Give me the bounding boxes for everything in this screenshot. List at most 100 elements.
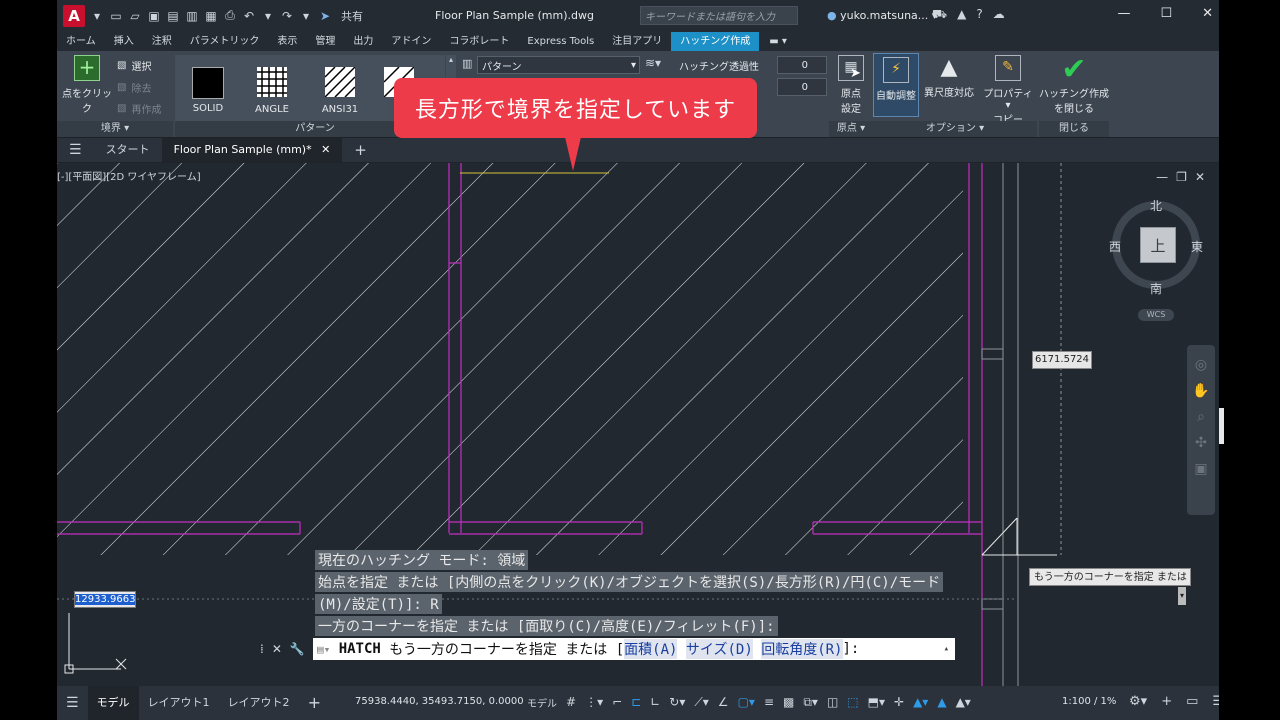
3d-osnap-icon[interactable]: ◫ xyxy=(827,695,838,710)
tab-insert[interactable]: 挿入 xyxy=(105,32,143,51)
layout-menu-icon[interactable]: ☰ xyxy=(57,686,88,720)
cart-icon[interactable]: ⛟ xyxy=(932,7,947,23)
tab-output[interactable]: 出力 xyxy=(344,32,382,51)
showmotion-icon[interactable]: ▣ xyxy=(1187,461,1215,477)
viewport-label[interactable]: [-][平面図][2D ワイヤフレーム] xyxy=(57,168,201,183)
recreate-boundary-button[interactable]: ▧ 再作成 xyxy=(117,101,161,116)
ribbon-display-toggle[interactable]: ▬ ▾ xyxy=(769,32,787,51)
dynamic-coordinate-input[interactable]: 12933.9663 xyxy=(74,591,136,608)
viewport-minimize-icon[interactable]: — xyxy=(1156,170,1168,184)
redo-dropdown-icon[interactable]: ▾ xyxy=(298,9,314,23)
dynamic-ucs-icon[interactable]: ⬚ xyxy=(847,695,858,710)
command-icon[interactable]: ▤▾ xyxy=(317,643,330,656)
panel-label-boundary[interactable]: 境界 ▾ xyxy=(57,121,173,137)
tab-collaborate[interactable]: コラボレート xyxy=(440,32,518,51)
match-properties-button[interactable]: ✎ プロパティ ▾ コピー xyxy=(983,55,1033,126)
tab-manage[interactable]: 管理 xyxy=(306,32,344,51)
doctab-floor-plan[interactable]: Floor Plan Sample (mm)* ✕ xyxy=(161,138,343,162)
option-area[interactable]: 面積(A) xyxy=(624,639,678,659)
minimize-icon[interactable]: — xyxy=(1117,6,1130,21)
snap-icon[interactable]: ⋮▾ xyxy=(585,695,603,710)
pan-icon[interactable]: ✋ xyxy=(1187,383,1215,399)
pattern-angle[interactable]: ANGLE xyxy=(241,61,303,115)
redo-icon[interactable]: ↷ xyxy=(279,9,295,23)
wcs-menu[interactable]: WCS xyxy=(1138,309,1174,321)
tab-view[interactable]: 表示 xyxy=(268,32,306,51)
open-folder-icon[interactable]: ▱ xyxy=(127,9,143,23)
search-input[interactable]: キーワードまたは語句を入力 xyxy=(640,6,798,25)
tab-addins[interactable]: アドイン xyxy=(382,32,440,51)
annotation-autoscale-icon[interactable]: ▲ xyxy=(937,695,946,710)
annotation-visibility-icon[interactable]: ▲▾ xyxy=(913,695,928,710)
menu-icon[interactable]: ☰ xyxy=(57,138,94,162)
remove-boundary-button[interactable]: ▧ 除去 xyxy=(117,80,151,95)
grip-icon[interactable]: ⁞ xyxy=(260,642,264,656)
object-snap-icon[interactable]: ▢▾ xyxy=(738,695,755,710)
lineweight-icon[interactable]: ≡ xyxy=(764,695,774,710)
autocad-logo[interactable]: A xyxy=(63,4,85,27)
pattern-ansi31[interactable]: ANSI31 xyxy=(309,61,371,115)
close-hatch-creation-button[interactable]: ✔ ハッチング作成 を閉じる xyxy=(1039,55,1109,116)
plot-icon[interactable]: ⎙ xyxy=(222,8,238,23)
transparency-input[interactable]: 0 xyxy=(777,56,827,74)
tab-express-tools[interactable]: Express Tools xyxy=(518,32,603,51)
autodesk-apps-icon[interactable]: ▲ xyxy=(957,7,966,23)
object-snap-tracking-icon[interactable]: ∠ xyxy=(718,695,729,710)
tab-layout2[interactable]: レイアウト2 xyxy=(219,686,299,720)
save-icon[interactable]: ▣ xyxy=(146,9,162,23)
drawing-canvas[interactable]: [-][平面図][2D ワイヤフレーム] — ❐ ✕ 上 北 南 東 西 WCS… xyxy=(57,163,1219,686)
tab-model[interactable]: モデル xyxy=(87,686,139,720)
orbit-icon[interactable]: ✣ xyxy=(1187,435,1215,451)
units-icon[interactable]: ▭ xyxy=(1186,694,1198,709)
annotation-scale-icon[interactable]: ▲▾ xyxy=(956,695,971,710)
undo-dropdown-icon[interactable]: ▾ xyxy=(260,9,276,23)
cancel-command-icon[interactable]: ✕ xyxy=(272,642,282,656)
undo-icon[interactable]: ↶ xyxy=(241,9,257,23)
recent-commands-icon[interactable]: ▴ xyxy=(944,644,949,654)
compass-south[interactable]: 南 xyxy=(1150,280,1162,297)
workspace-gear-icon[interactable]: ⚙▾ xyxy=(1129,694,1147,709)
ortho-icon[interactable]: ∟ xyxy=(650,695,660,710)
compass-east[interactable]: 東 xyxy=(1191,238,1203,255)
pick-points-button[interactable]: + 点をクリック xyxy=(61,55,113,115)
tab-parametric[interactable]: パラメトリック xyxy=(181,32,269,51)
selection-filter-icon[interactable]: ⬒▾ xyxy=(868,695,885,710)
chevron-down-icon[interactable]: ▾ xyxy=(89,9,105,23)
grid-icon[interactable]: # xyxy=(566,695,576,710)
user-account[interactable]: ● yuko.matsuna... ▾ xyxy=(827,9,937,22)
command-input[interactable]: ▤▾ HATCH もう一方のコーナーを指定 または [ 面積(A) サイズ(D)… xyxy=(313,638,955,660)
dropdown-arrow-icon[interactable]: ▾ xyxy=(1177,587,1186,605)
doctab-start[interactable]: スタート xyxy=(94,138,162,162)
save-as-icon[interactable]: ▤ xyxy=(165,9,181,23)
selection-cycling-icon[interactable]: ⧉▾ xyxy=(803,695,818,710)
hatch-type-combo[interactable]: パターン ▾ xyxy=(477,56,640,74)
maximize-icon[interactable]: ☐ xyxy=(1160,6,1172,21)
customize-status-icon[interactable]: ☰ xyxy=(1212,694,1219,709)
pattern-solid[interactable]: SOLID xyxy=(177,61,239,114)
viewport-restore-icon[interactable]: ❐ xyxy=(1176,170,1187,184)
auto-adjust-button[interactable]: ⚡ 自動調整 xyxy=(873,53,919,117)
transparency-icon[interactable]: ▩ xyxy=(783,695,794,710)
tab-featured-apps[interactable]: 注目アプリ xyxy=(603,32,671,51)
set-origin-button[interactable]: ▦ 原点 設定 xyxy=(833,55,869,115)
panel-label-options[interactable]: オプション ▾ xyxy=(873,121,1037,137)
tab-layout1[interactable]: レイアウト1 xyxy=(139,686,219,720)
plus-icon[interactable]: + xyxy=(1161,694,1172,709)
help-icon[interactable]: ? xyxy=(976,7,982,23)
tab-home[interactable]: ホーム xyxy=(57,32,105,51)
new-file-icon[interactable]: ▭ xyxy=(108,9,124,23)
tab-hatch-creation[interactable]: ハッチング作成 xyxy=(671,32,760,51)
select-objects-button[interactable]: ▧ 選択 xyxy=(117,58,151,73)
close-icon[interactable]: ✕ xyxy=(1202,6,1213,21)
customize-icon[interactable]: 🔧 xyxy=(290,642,305,656)
hatch-color-icon[interactable]: ≋▾ xyxy=(645,56,661,70)
tab-annotate[interactable]: 注釈 xyxy=(143,32,181,51)
share-label[interactable]: 共有 xyxy=(341,8,363,24)
angle-input[interactable]: 0 xyxy=(777,78,827,96)
isodraft-icon[interactable]: ⟋▾ xyxy=(694,695,708,710)
compass-north[interactable]: 北 xyxy=(1150,197,1162,214)
dynamic-input-icon[interactable]: ⊏ xyxy=(631,695,641,710)
zoom-icon[interactable]: ⌕ xyxy=(1187,409,1215,425)
infer-constraints-icon[interactable]: ⌐ xyxy=(612,695,622,710)
polar-tracking-icon[interactable]: ↻▾ xyxy=(669,695,685,710)
